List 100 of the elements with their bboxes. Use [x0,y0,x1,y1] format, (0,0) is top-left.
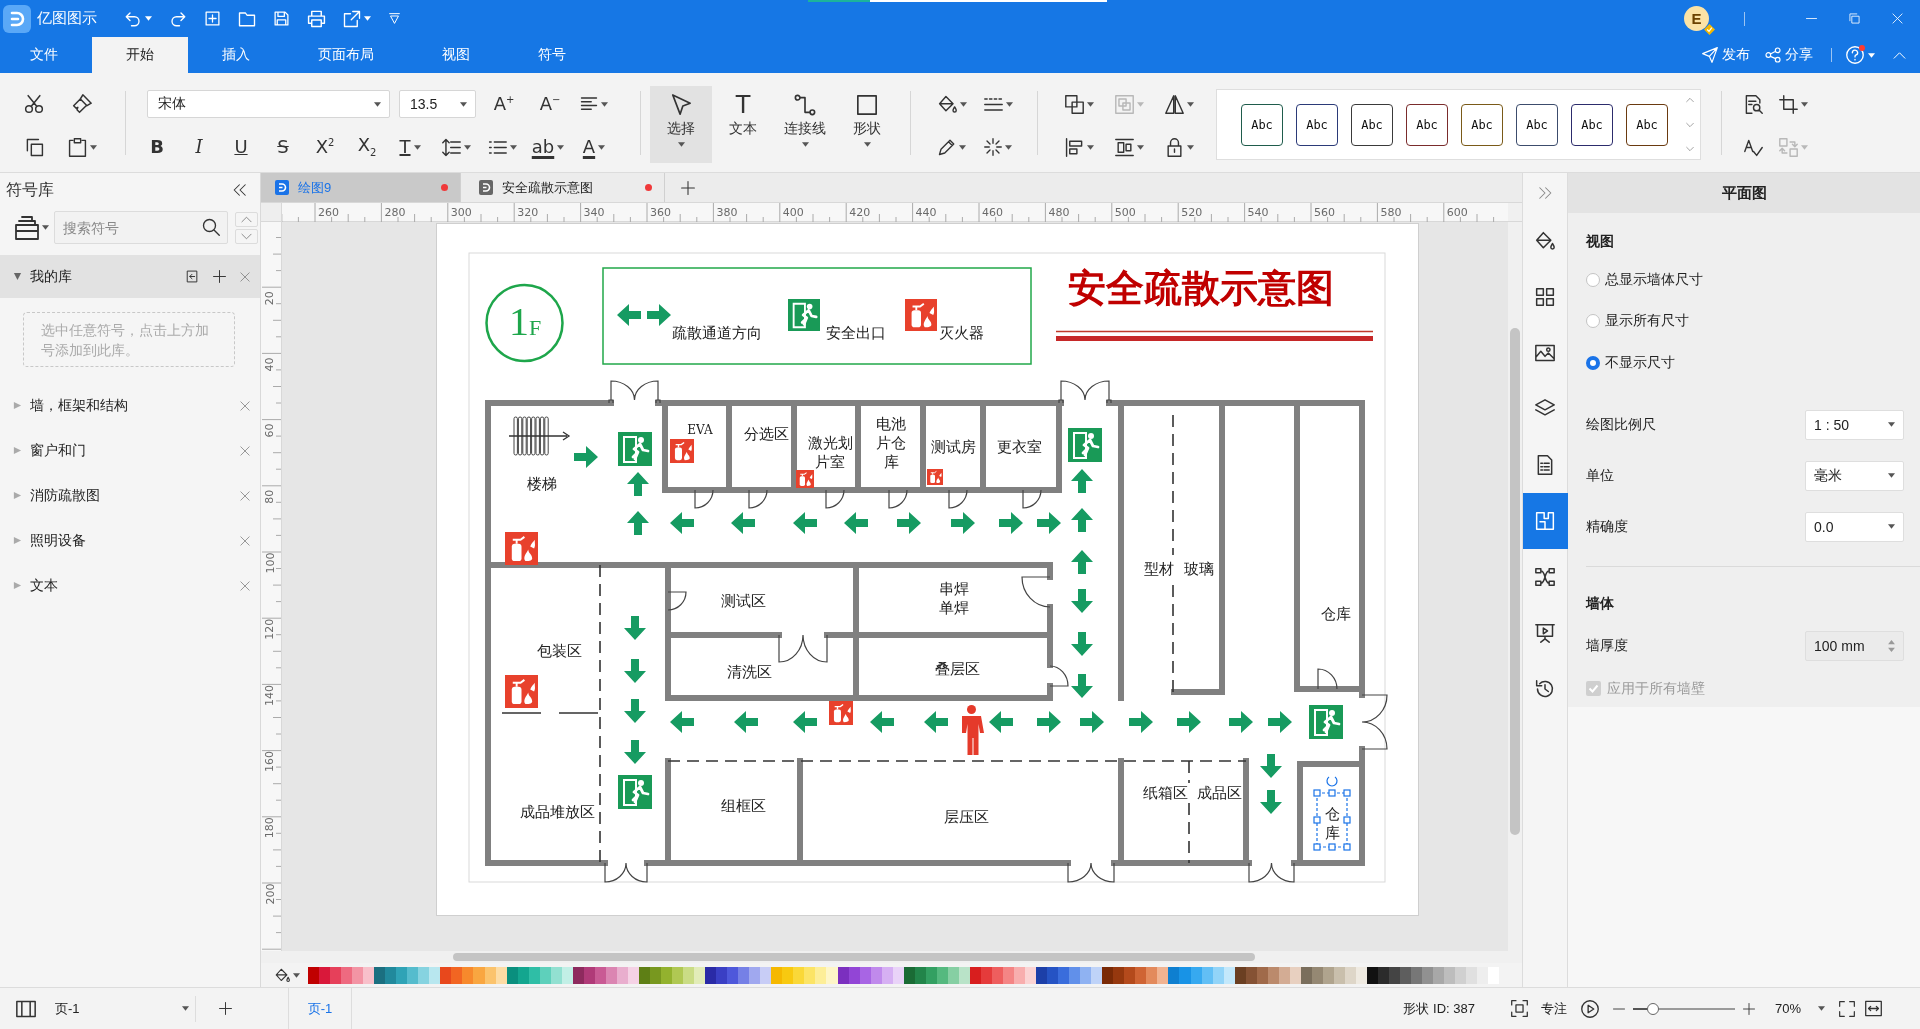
color-swatch[interactable] [716,966,728,984]
find-button[interactable] [1743,94,1763,114]
color-swatch[interactable] [1256,966,1268,984]
color-swatch[interactable] [837,966,849,984]
close-icon[interactable] [240,400,250,411]
paste-button[interactable] [67,137,97,157]
color-swatch[interactable] [1234,966,1246,984]
share-button[interactable]: 分享 [1765,37,1813,73]
flip-button[interactable] [1164,94,1194,114]
color-swatch[interactable] [550,966,562,984]
color-swatch[interactable] [363,966,375,984]
font-size-step-button[interactable]: A$^{+}$ [486,89,522,119]
color-swatch[interactable] [1212,966,1224,984]
font-family-select[interactable]: 宋体 [147,90,390,118]
color-swatch[interactable] [1400,966,1412,984]
color-swatch[interactable] [473,966,485,984]
color-swatch[interactable] [1014,966,1026,984]
color-swatch[interactable] [1477,966,1489,984]
color-swatch[interactable] [1080,966,1092,984]
style-swatch[interactable]: Abc [1626,103,1668,146]
color-swatch[interactable] [804,966,816,984]
color-swatch[interactable] [385,966,397,984]
library-menu-button[interactable] [15,215,49,240]
align-button[interactable] [1064,137,1094,157]
line-color-button[interactable] [938,138,966,156]
align-button[interactable] [580,95,608,113]
style-swatch[interactable]: Abc [1351,103,1393,146]
color-swatch[interactable] [1025,966,1037,984]
shape-tool[interactable]: 形状 [836,86,898,163]
color-swatch[interactable] [308,966,320,984]
color-swatch[interactable] [484,966,496,984]
color-swatch[interactable] [958,966,970,984]
user-avatar[interactable]: E [1684,6,1709,31]
color-swatch[interactable] [341,966,353,984]
scrollbar-thumb[interactable] [1510,328,1520,835]
slider-thumb[interactable] [1647,1002,1660,1015]
font-color-button[interactable]: A [572,132,616,162]
style-swatch[interactable]: Abc [1461,103,1503,146]
color-swatch[interactable] [749,966,761,984]
export-button[interactable] [343,9,371,28]
arrows-in-box-icon[interactable] [1865,1000,1882,1017]
panel-columns-icon[interactable] [16,998,36,1019]
color-swatch[interactable] [782,966,794,984]
color-swatch[interactable] [1190,966,1202,984]
color-swatch[interactable] [815,966,827,984]
page-tab[interactable]: 页-1 [288,988,352,1029]
copy-icon[interactable] [24,137,44,157]
color-swatch[interactable] [914,966,926,984]
view-option-radio[interactable]: 显示所有尺寸 [1586,300,1904,342]
front-button[interactable] [1064,94,1094,114]
library-category[interactable]: 照明设备 [0,518,260,563]
style-swatch[interactable]: Abc [1516,103,1558,146]
text-tool[interactable]: T 文本 [712,86,774,163]
color-swatch[interactable] [947,966,959,984]
menu-tab[interactable]: 视图 [408,37,504,73]
scroll-down-button[interactable] [235,228,258,244]
color-swatch[interactable] [903,966,915,984]
color-swatch[interactable] [705,966,717,984]
color-swatch[interactable] [528,966,540,984]
color-swatch[interactable] [506,966,518,984]
color-swatch[interactable] [418,966,430,984]
color-swatch[interactable] [594,966,606,984]
menu-tab[interactable]: 文件 [0,37,92,73]
color-swatch[interactable] [936,966,948,984]
color-swatch[interactable] [661,966,673,984]
focus-mode-button[interactable]: 专注 [1510,999,1567,1018]
color-swatch[interactable] [616,966,628,984]
color-swatch[interactable] [1378,966,1390,984]
page-select[interactable]: 页-1 [46,995,196,1022]
library-category[interactable]: 消防疏散图 [0,473,260,518]
fill-button[interactable] [937,94,967,114]
color-swatch[interactable] [440,966,452,984]
highlight-button[interactable]: ab [526,132,570,162]
color-swatch[interactable] [1047,966,1059,984]
italic-button[interactable]: I [178,132,220,162]
text-style-button[interactable]: T [388,132,432,162]
color-swatch[interactable] [1267,966,1279,984]
color-swatch[interactable] [1433,966,1445,984]
dropdown-field[interactable]: 1 : 50 [1805,409,1904,440]
color-swatch[interactable] [969,966,981,984]
print-icon[interactable] [307,9,326,28]
menu-tab[interactable]: 符号 [504,37,600,73]
library-category[interactable]: 窗户和门 [0,428,260,473]
publish-button[interactable]: 发布 [1702,37,1750,73]
color-swatch[interactable] [771,966,783,984]
color-swatch[interactable] [1223,966,1235,984]
search-field[interactable]: 搜索符号 [54,211,228,244]
library-category[interactable]: 文本 [0,563,260,608]
color-swatch[interactable] [605,966,617,984]
color-swatch[interactable] [760,966,772,984]
color-swatch[interactable] [826,966,838,984]
color-swatch[interactable] [352,966,364,984]
brush-icon[interactable] [72,94,92,114]
color-swatch[interactable] [683,966,695,984]
color-swatch[interactable] [396,966,408,984]
close-icon[interactable] [240,535,250,546]
color-swatch[interactable] [1411,966,1423,984]
color-swatch[interactable] [1069,966,1081,984]
script-button[interactable]: X$^{2}$ [304,132,346,162]
color-swatch[interactable] [1135,966,1147,984]
